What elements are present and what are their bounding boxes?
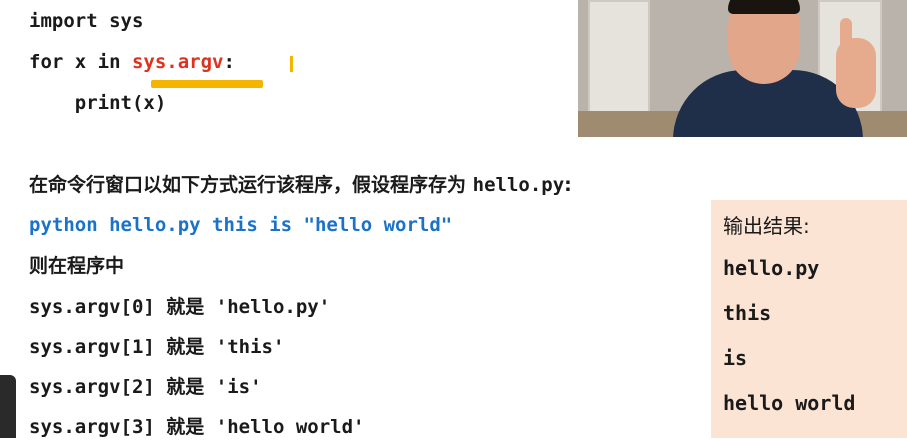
output-line: this: [723, 301, 772, 325]
sys-argv-highlight: sys.argv: [131, 51, 224, 73]
for-prefix: for x in: [29, 51, 132, 73]
code-line-import: import sys: [29, 10, 144, 32]
side-panel-handle[interactable]: [0, 375, 16, 438]
command-line: python hello.py this is "hello world": [29, 214, 453, 236]
presenter-finger: [840, 18, 852, 58]
code-line-for: for x in sys.argv:: [29, 50, 235, 74]
underline-highlight: [151, 80, 263, 88]
filename: hello.py: [472, 174, 565, 196]
presenter-hair: [728, 0, 800, 14]
output-line: hello.py: [723, 256, 820, 280]
argv-line: sys.argv[3] 就是 'hello world': [29, 416, 365, 438]
output-line: is: [723, 346, 748, 370]
output-panel: 输出结果: hello.py this is hello world: [711, 200, 907, 438]
run-instruction: 在命令行窗口以如下方式运行该程序，假设程序存为 hello.py:: [29, 174, 572, 196]
for-colon: :: [223, 51, 235, 73]
output-title: 输出结果:: [723, 214, 810, 238]
argv-line: sys.argv[2] 就是 'is': [29, 376, 262, 398]
background-door: [588, 0, 650, 124]
text-cursor: [290, 56, 293, 72]
output-line: hello world: [723, 391, 856, 415]
code-line-print: print(x): [29, 92, 167, 114]
in-program-label: 则在程序中: [29, 255, 125, 277]
argv-line: sys.argv[1] 就是 'this': [29, 336, 285, 358]
presenter-video: [578, 0, 907, 137]
argv-line: sys.argv[0] 就是 'hello.py': [29, 296, 331, 318]
